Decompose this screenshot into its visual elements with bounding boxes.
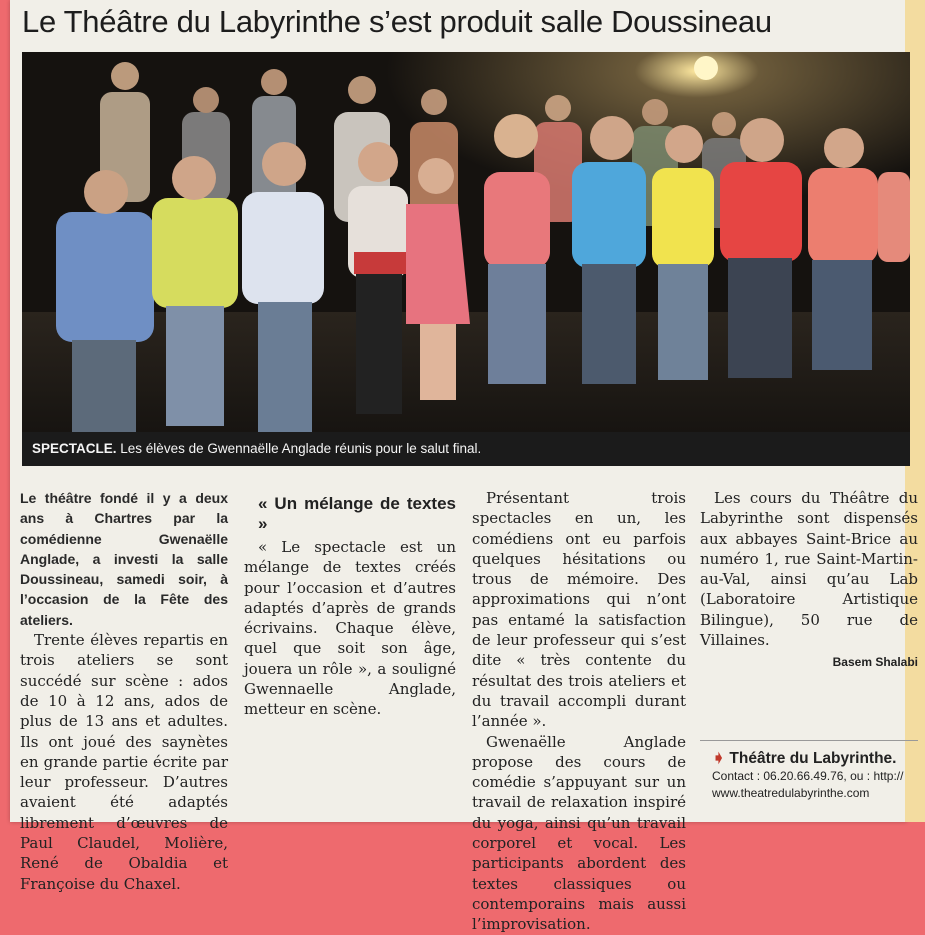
info-box: ➧ Théâtre du Labyrinthe. Contact : 06.20.… (712, 748, 922, 802)
article-column-2: « Un mélange de textes » « Le spectacle … (244, 488, 456, 720)
article-column-1: Le théâtre fondé il y a deux ans à Chart… (20, 488, 228, 894)
article-paragraph-4: Gwenaëlle Anglade propose des cours de c… (472, 732, 686, 934)
caption-text: Les élèves de Gwennaëlle Anglade réunis … (120, 441, 482, 456)
article-paragraph-1: Trente élèves repartis en trois ateliers… (20, 631, 228, 893)
info-website: www.theatredulabyrinthe.com (712, 786, 870, 800)
info-title-row: ➧ Théâtre du Labyrinthe. (712, 748, 922, 768)
article-column-3: Présentant trois spectacles en un, les c… (472, 488, 686, 935)
arrow-icon: ➧ (712, 750, 726, 767)
info-title: Théâtre du Labyrinthe. (729, 750, 897, 767)
article-paragraph-3: Présentant trois spectacles en un, les c… (472, 489, 686, 731)
article-subheading: « Un mélange de textes » (258, 494, 456, 533)
article-paragraph-2: « Le spectacle est un mélange de textes … (244, 538, 456, 719)
info-contact: Contact : 06.20.66.49.76, ou : http:// (712, 769, 904, 783)
photo-caption: SPECTACLE. Les élèves de Gwennaëlle Angl… (22, 432, 910, 466)
headline: Le Théâtre du Labyrinthe s’est produit s… (22, 4, 772, 39)
article-lede: Le théâtre fondé il y a deux ans à Chart… (20, 490, 228, 628)
article-byline: Basem Shalabi (832, 655, 918, 670)
caption-tag: SPECTACLE. (32, 441, 117, 456)
stage-photo (22, 52, 910, 432)
info-divider (700, 740, 918, 741)
article-column-4: Les cours du Théâtre du Labyrinthe sont … (700, 488, 918, 673)
article-paragraph-5: Les cours du Théâtre du Labyrinthe sont … (700, 489, 918, 650)
